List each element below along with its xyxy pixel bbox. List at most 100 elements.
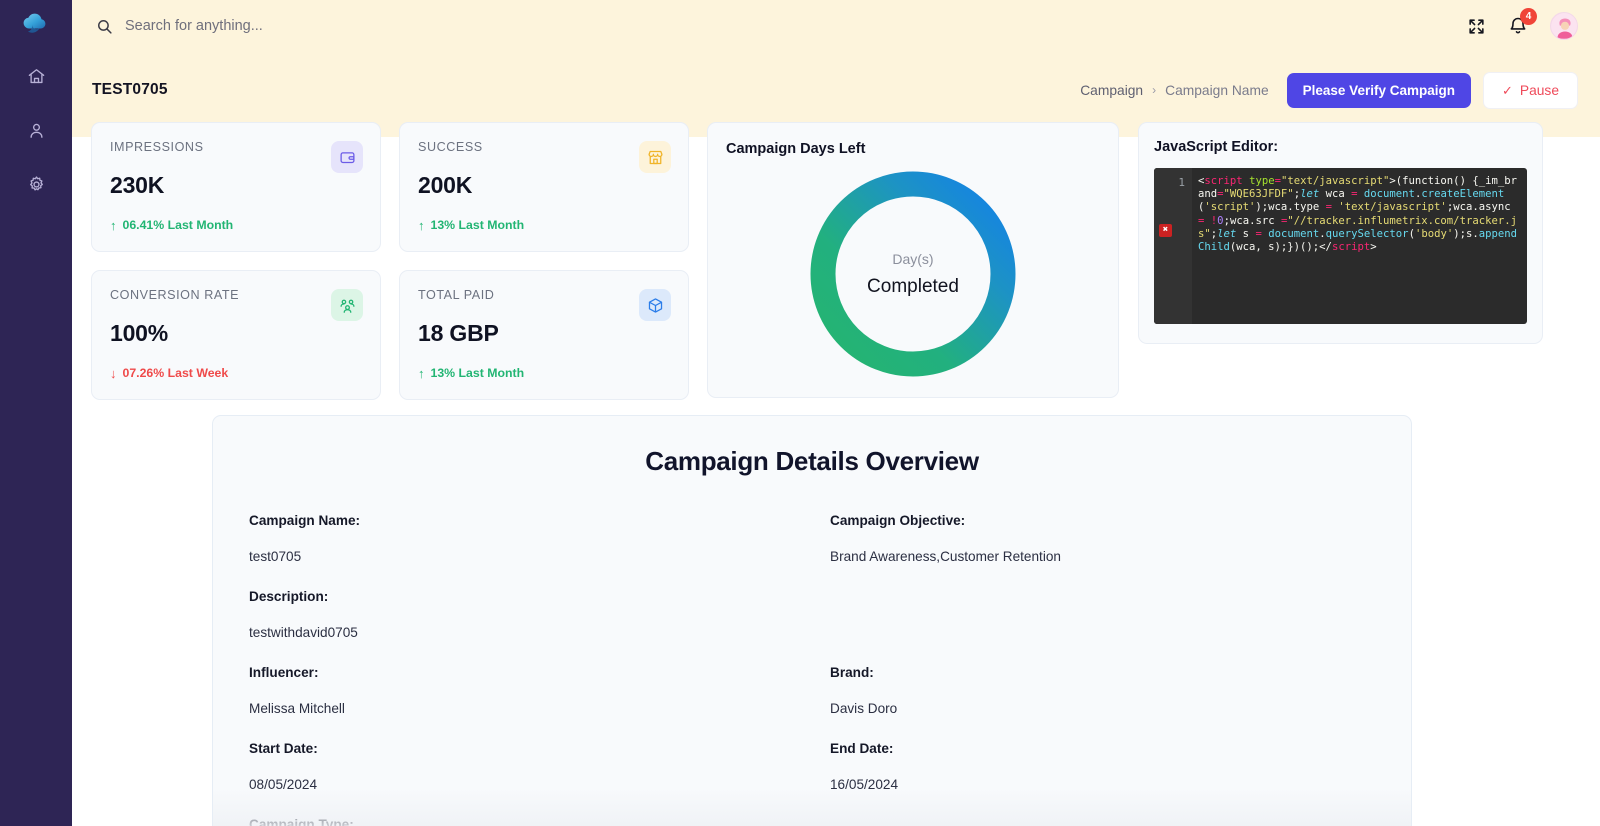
arrow-up-icon: ↑	[418, 217, 425, 233]
donut-center-labels: Day(s) Completed	[806, 167, 1020, 381]
field-value: test0705	[249, 549, 302, 564]
field-label: Campaign Type:	[249, 817, 354, 826]
app-logo[interactable]	[0, 0, 72, 50]
kpi-icon-wrapper	[331, 141, 363, 173]
arrow-up-icon: ↑	[110, 217, 117, 233]
detail-field-campaign-objective: Campaign Objective: Brand Awareness,Cust…	[812, 513, 1393, 589]
field-value: 16/05/2024	[830, 777, 899, 792]
field-value: Brand Awareness,Customer Retention	[830, 549, 1061, 564]
store-icon	[647, 150, 663, 164]
kpi-value: 100%	[110, 320, 169, 346]
arrow-up-icon: ↑	[418, 365, 425, 381]
pause-button[interactable]: ✓ Pause	[1482, 71, 1578, 109]
kpi-value: 230K	[110, 172, 165, 198]
detail-field-description: Description: testwithdavid0705	[231, 589, 812, 665]
error-marker-icon: ✖	[1159, 224, 1172, 237]
sidebar-item-profile[interactable]	[14, 110, 58, 150]
breadcrumb-item-campaign[interactable]: Campaign	[1080, 83, 1143, 98]
fullscreen-button[interactable]	[1467, 17, 1486, 36]
breadcrumb: Campaign › Campaign Name	[1080, 83, 1268, 98]
details-grid: Campaign Name: test0705 Campaign Objecti…	[231, 513, 1393, 826]
kpi-card-conversion-rate[interactable]: CONVERSION RATE 100% ↓ 07.26% Last Week	[91, 270, 381, 400]
field-label: Campaign Name:	[249, 513, 361, 528]
users-icon	[339, 299, 355, 313]
search-icon	[98, 19, 112, 34]
field-value: testwithdavid0705	[249, 625, 358, 640]
kpi-delta-label: 13% Last Month	[430, 218, 525, 232]
search-container	[96, 18, 1467, 35]
gear-icon	[29, 175, 43, 191]
field-label: Description:	[249, 589, 329, 604]
kpi-delta: ↑ 13% Last Month	[418, 218, 524, 232]
javascript-editor-title: JavaScript Editor:	[1154, 139, 1279, 155]
user-avatar-icon	[1551, 13, 1577, 39]
kpi-delta: ↑ 06.41% Last Month	[110, 218, 233, 232]
kpi-delta-label: 06.41% Last Month	[122, 218, 234, 232]
field-label: End Date:	[830, 741, 894, 756]
home-icon	[28, 68, 44, 83]
javascript-editor-card: JavaScript Editor: 1 ✖ <script type="tex…	[1138, 122, 1543, 344]
arrow-down-icon: ↓	[110, 365, 117, 381]
detail-field-influencer: Influencer: Melissa Mitchell	[231, 665, 812, 741]
verify-campaign-button[interactable]: Please Verify Campaign	[1286, 72, 1471, 108]
sidebar-nav	[14, 56, 58, 204]
kpi-value: 200K	[418, 172, 473, 198]
user-icon	[29, 123, 43, 138]
campaign-details-panel: Campaign Details Overview Campaign Name:…	[212, 415, 1412, 826]
detail-field-end-date: End Date: 16/05/2024	[812, 741, 1393, 817]
line-number: 1	[1178, 176, 1185, 189]
field-value: 08/05/2024	[249, 777, 318, 792]
page-title: TEST0705	[92, 81, 168, 98]
search-input[interactable]	[125, 18, 555, 34]
kpi-card-total-paid[interactable]: TOTAL PAID 18 GBP ↑ 13% Last Month	[399, 270, 689, 400]
kpi-delta: ↓ 07.26% Last Week	[110, 366, 228, 380]
avatar[interactable]	[1550, 12, 1578, 40]
kpi-icon-wrapper	[639, 289, 671, 321]
box-icon	[648, 297, 662, 313]
code-gutter: 1 ✖	[1154, 168, 1192, 324]
detail-field-brand: Brand: Davis Doro	[812, 665, 1393, 741]
kpi-card-impressions[interactable]: IMPRESSIONS 230K ↑ 06.41% Last Month	[91, 122, 381, 252]
detail-field-campaign-type: Campaign Type:	[231, 817, 812, 826]
kpi-value: 18 GBP	[418, 320, 499, 346]
topbar: 4	[72, 0, 1600, 52]
campaign-days-left-card: Campaign Days Left Day(s) Completed	[707, 122, 1119, 398]
code-content[interactable]: <script type="text/javascript">(function…	[1192, 168, 1527, 324]
kpi-icon-wrapper	[331, 289, 363, 321]
expand-icon	[1469, 18, 1484, 34]
wallet-icon	[339, 151, 355, 163]
sidebar-item-home[interactable]	[14, 56, 58, 96]
field-value: Melissa Mitchell	[249, 701, 345, 716]
kpi-icon-wrapper	[639, 141, 671, 173]
detail-field-empty	[812, 589, 1393, 665]
kpi-delta-label: 07.26% Last Week	[122, 366, 229, 380]
kpi-grid: IMPRESSIONS 230K ↑ 06.41% Last Month SUC…	[91, 122, 689, 400]
kpi-delta: ↑ 13% Last Month	[418, 366, 524, 380]
donut-chart: Day(s) Completed	[806, 167, 1020, 381]
field-label: Start Date:	[249, 741, 318, 756]
notification-badge: 4	[1520, 8, 1537, 25]
field-label: Influencer:	[249, 665, 319, 680]
check-icon: ✓	[1501, 82, 1513, 98]
notifications-button[interactable]: 4	[1508, 8, 1537, 36]
app-root: 4 TEST0705 Campaign › Ca	[0, 0, 1600, 826]
code-editor[interactable]: 1 ✖ <script type="text/javascript">(func…	[1154, 168, 1527, 324]
field-label: Brand:	[830, 665, 874, 680]
kpi-label: CONVERSION RATE	[110, 288, 240, 302]
pause-button-label: Pause	[1519, 82, 1559, 98]
breadcrumb-item-campaign-name[interactable]: Campaign Name	[1165, 83, 1269, 98]
kpi-label: SUCCESS	[418, 140, 483, 154]
kpi-card-success[interactable]: SUCCESS 200K ↑ 13% Last Month	[399, 122, 689, 252]
detail-field-start-date: Start Date: 08/05/2024	[231, 741, 812, 817]
topbar-actions: 4	[1467, 8, 1578, 40]
cloud-logo-icon	[23, 13, 46, 33]
chart-title: Campaign Days Left	[726, 141, 866, 157]
details-title: Campaign Details Overview	[645, 446, 979, 476]
kpi-delta-label: 13% Last Month	[430, 366, 525, 380]
donut-sub-label: Day(s)	[892, 250, 934, 267]
main-area: 4 TEST0705 Campaign › Ca	[72, 0, 1600, 826]
donut-main-label: Completed	[867, 275, 959, 297]
sidebar-item-settings[interactable]	[14, 164, 58, 204]
chevron-right-icon: ›	[1152, 83, 1157, 97]
page-header-row: TEST0705 Campaign › Campaign Name Please…	[72, 60, 1600, 120]
